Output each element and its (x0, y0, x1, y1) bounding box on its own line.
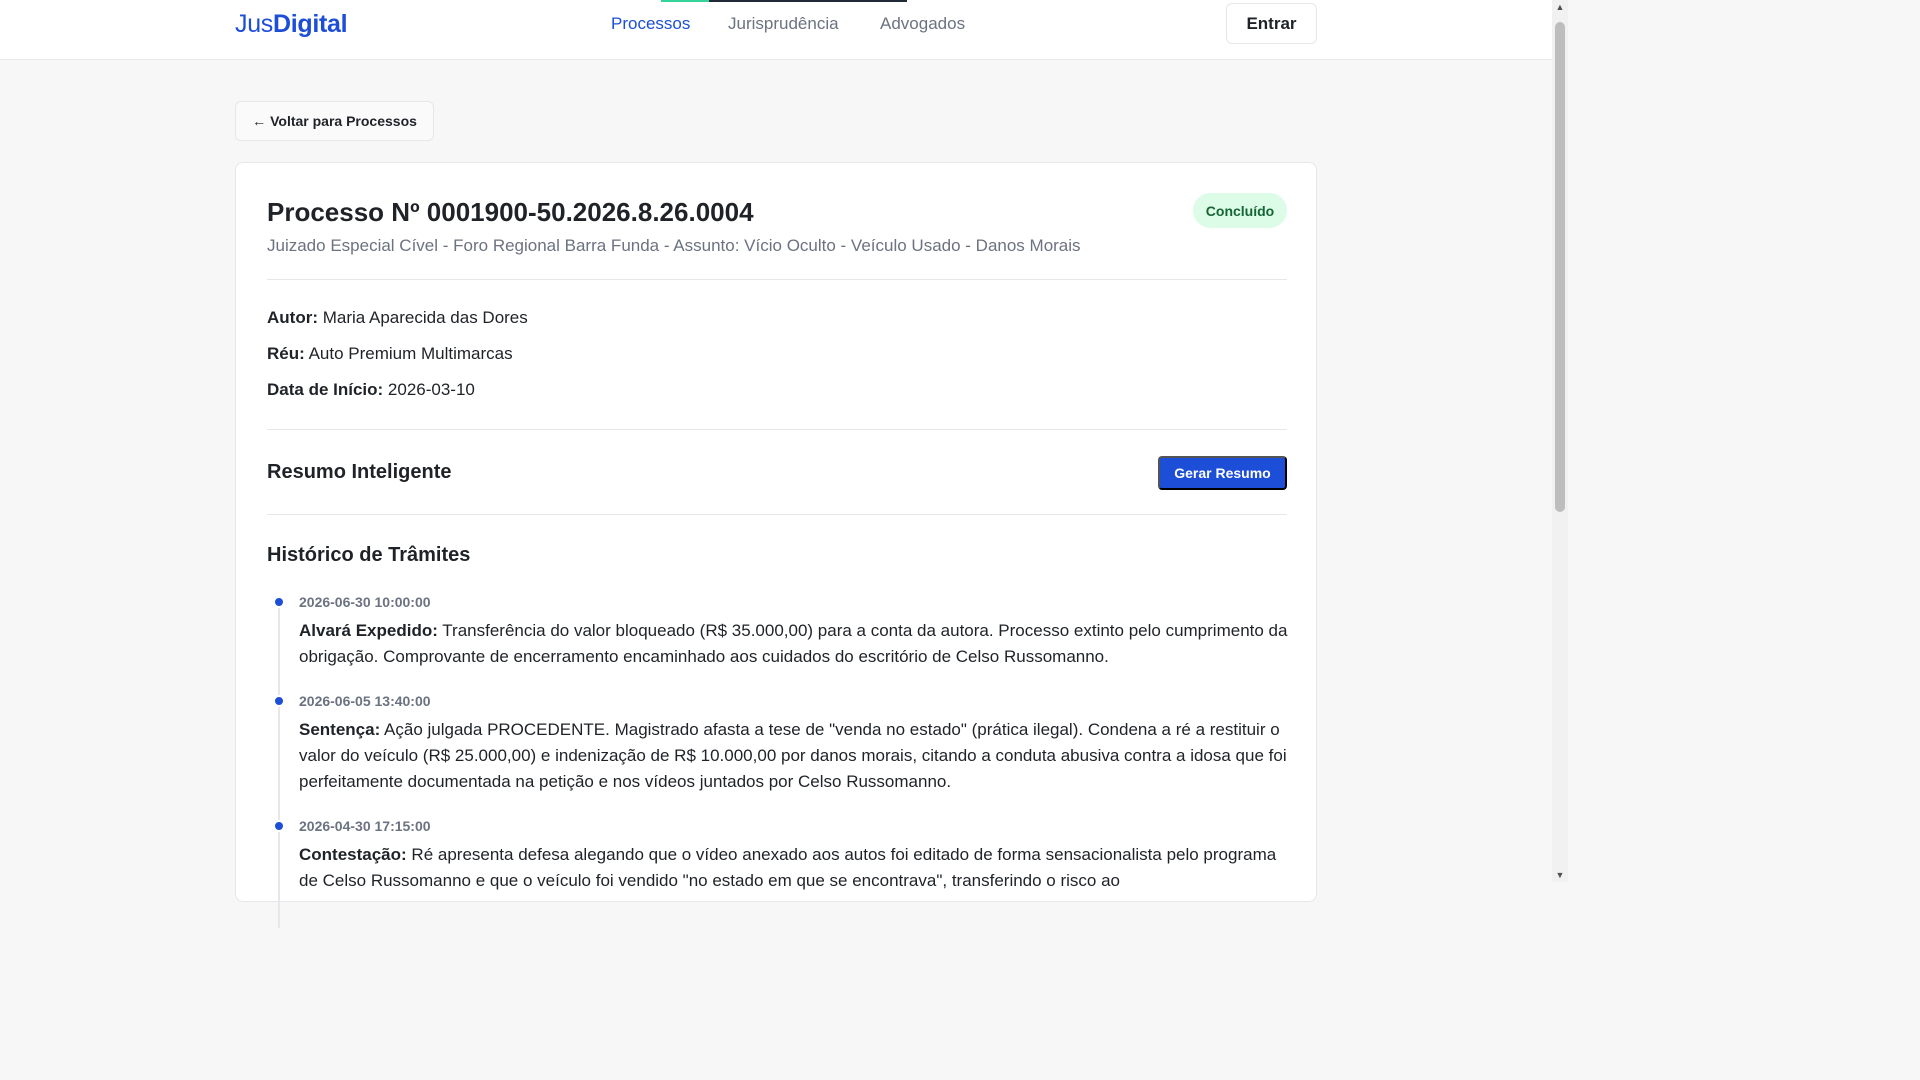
back-to-processos-button[interactable]: ← Voltar para Processos (235, 101, 434, 141)
logo-text-jus: Jus (235, 10, 274, 38)
field-autor: Autor: Maria Aparecida das Dores (267, 308, 528, 328)
processo-subtitle: Juizado Especial Cível - Foro Regional B… (267, 236, 1081, 255)
page-scrollbar[interactable]: ▲ ▼ (1552, 0, 1568, 882)
resumo-title: Resumo Inteligente (267, 461, 452, 483)
field-autor-value: Maria Aparecida das Dores (322, 308, 528, 327)
timeline-line (278, 598, 280, 928)
nav-hover-indicator (709, 0, 907, 2)
nav-processos[interactable]: Processos (611, 14, 690, 34)
field-reu-label: Réu: (267, 344, 305, 363)
scrollbar-thumb[interactable] (1555, 22, 1565, 512)
field-data-inicio-label: Data de Início: (267, 380, 384, 399)
timeline-entry-label: Contestação: (299, 845, 407, 864)
timeline-entry: Contestação: Ré apresenta defesa alegand… (299, 842, 1289, 894)
timeline-entry-text: Ré apresenta defesa alegando que o vídeo… (299, 845, 1277, 890)
timeline-dot (273, 596, 285, 608)
field-reu-value: Auto Premium Multimarcas (308, 344, 513, 363)
nav-active-indicator (661, 0, 709, 2)
status-badge: Concluído (1193, 193, 1287, 228)
timeline-entry: Alvará Expedido: Transferência do valor … (299, 618, 1289, 670)
historico-title: Histórico de Trâmites (267, 544, 471, 566)
processo-card: Processo Nº 0001900-50.2026.8.26.0004 Ju… (235, 162, 1317, 928)
logo-text-digital: Digital (273, 10, 348, 38)
gerar-resumo-button[interactable]: Gerar Resumo (1158, 456, 1287, 490)
timeline-entry: Sentença: Ação julgada PROCEDENTE. Magis… (299, 717, 1289, 795)
divider (267, 514, 1287, 515)
timeline-entry-text: Ação julgada PROCEDENTE. Magistrado afas… (299, 720, 1287, 791)
timeline-entry-text: Transferência do valor bloqueado (R$ 35.… (299, 621, 1288, 666)
nav-advogados[interactable]: Advogados (880, 14, 965, 34)
arrow-left-icon: ← (252, 113, 267, 129)
timeline-entry-label: Alvará Expedido: (299, 621, 438, 640)
timeline-date: 2026-04-30 17:15:00 (299, 818, 431, 834)
logo[interactable]: JusDigital (235, 10, 348, 39)
timeline-dot (273, 695, 285, 707)
timeline-date: 2026-06-30 10:00:00 (299, 594, 431, 610)
timeline-entry-label: Sentença: (299, 720, 381, 739)
back-button-label: Voltar para Processos (270, 113, 417, 129)
timeline-date: 2026-06-05 13:40:00 (299, 693, 431, 709)
timeline-dot (273, 820, 285, 832)
scroll-down-arrow-icon[interactable]: ▼ (1552, 868, 1568, 882)
field-data-inicio: Data de Início: 2026-03-10 (267, 380, 475, 400)
scroll-up-arrow-icon[interactable]: ▲ (1552, 0, 1568, 14)
field-reu: Réu: Auto Premium Multimarcas (267, 344, 513, 364)
field-data-inicio-value: 2026-03-10 (387, 380, 475, 399)
nav-jurisprudencia[interactable]: Jurisprudência (728, 14, 839, 34)
processo-title: Processo Nº 0001900-50.2026.8.26.0004 (267, 197, 754, 227)
login-button[interactable]: Entrar (1226, 3, 1317, 44)
divider (267, 279, 1287, 280)
divider (267, 429, 1287, 430)
top-navbar: JusDigital Processos Jurisprudência Advo… (0, 0, 1552, 60)
field-autor-label: Autor: (267, 308, 318, 327)
